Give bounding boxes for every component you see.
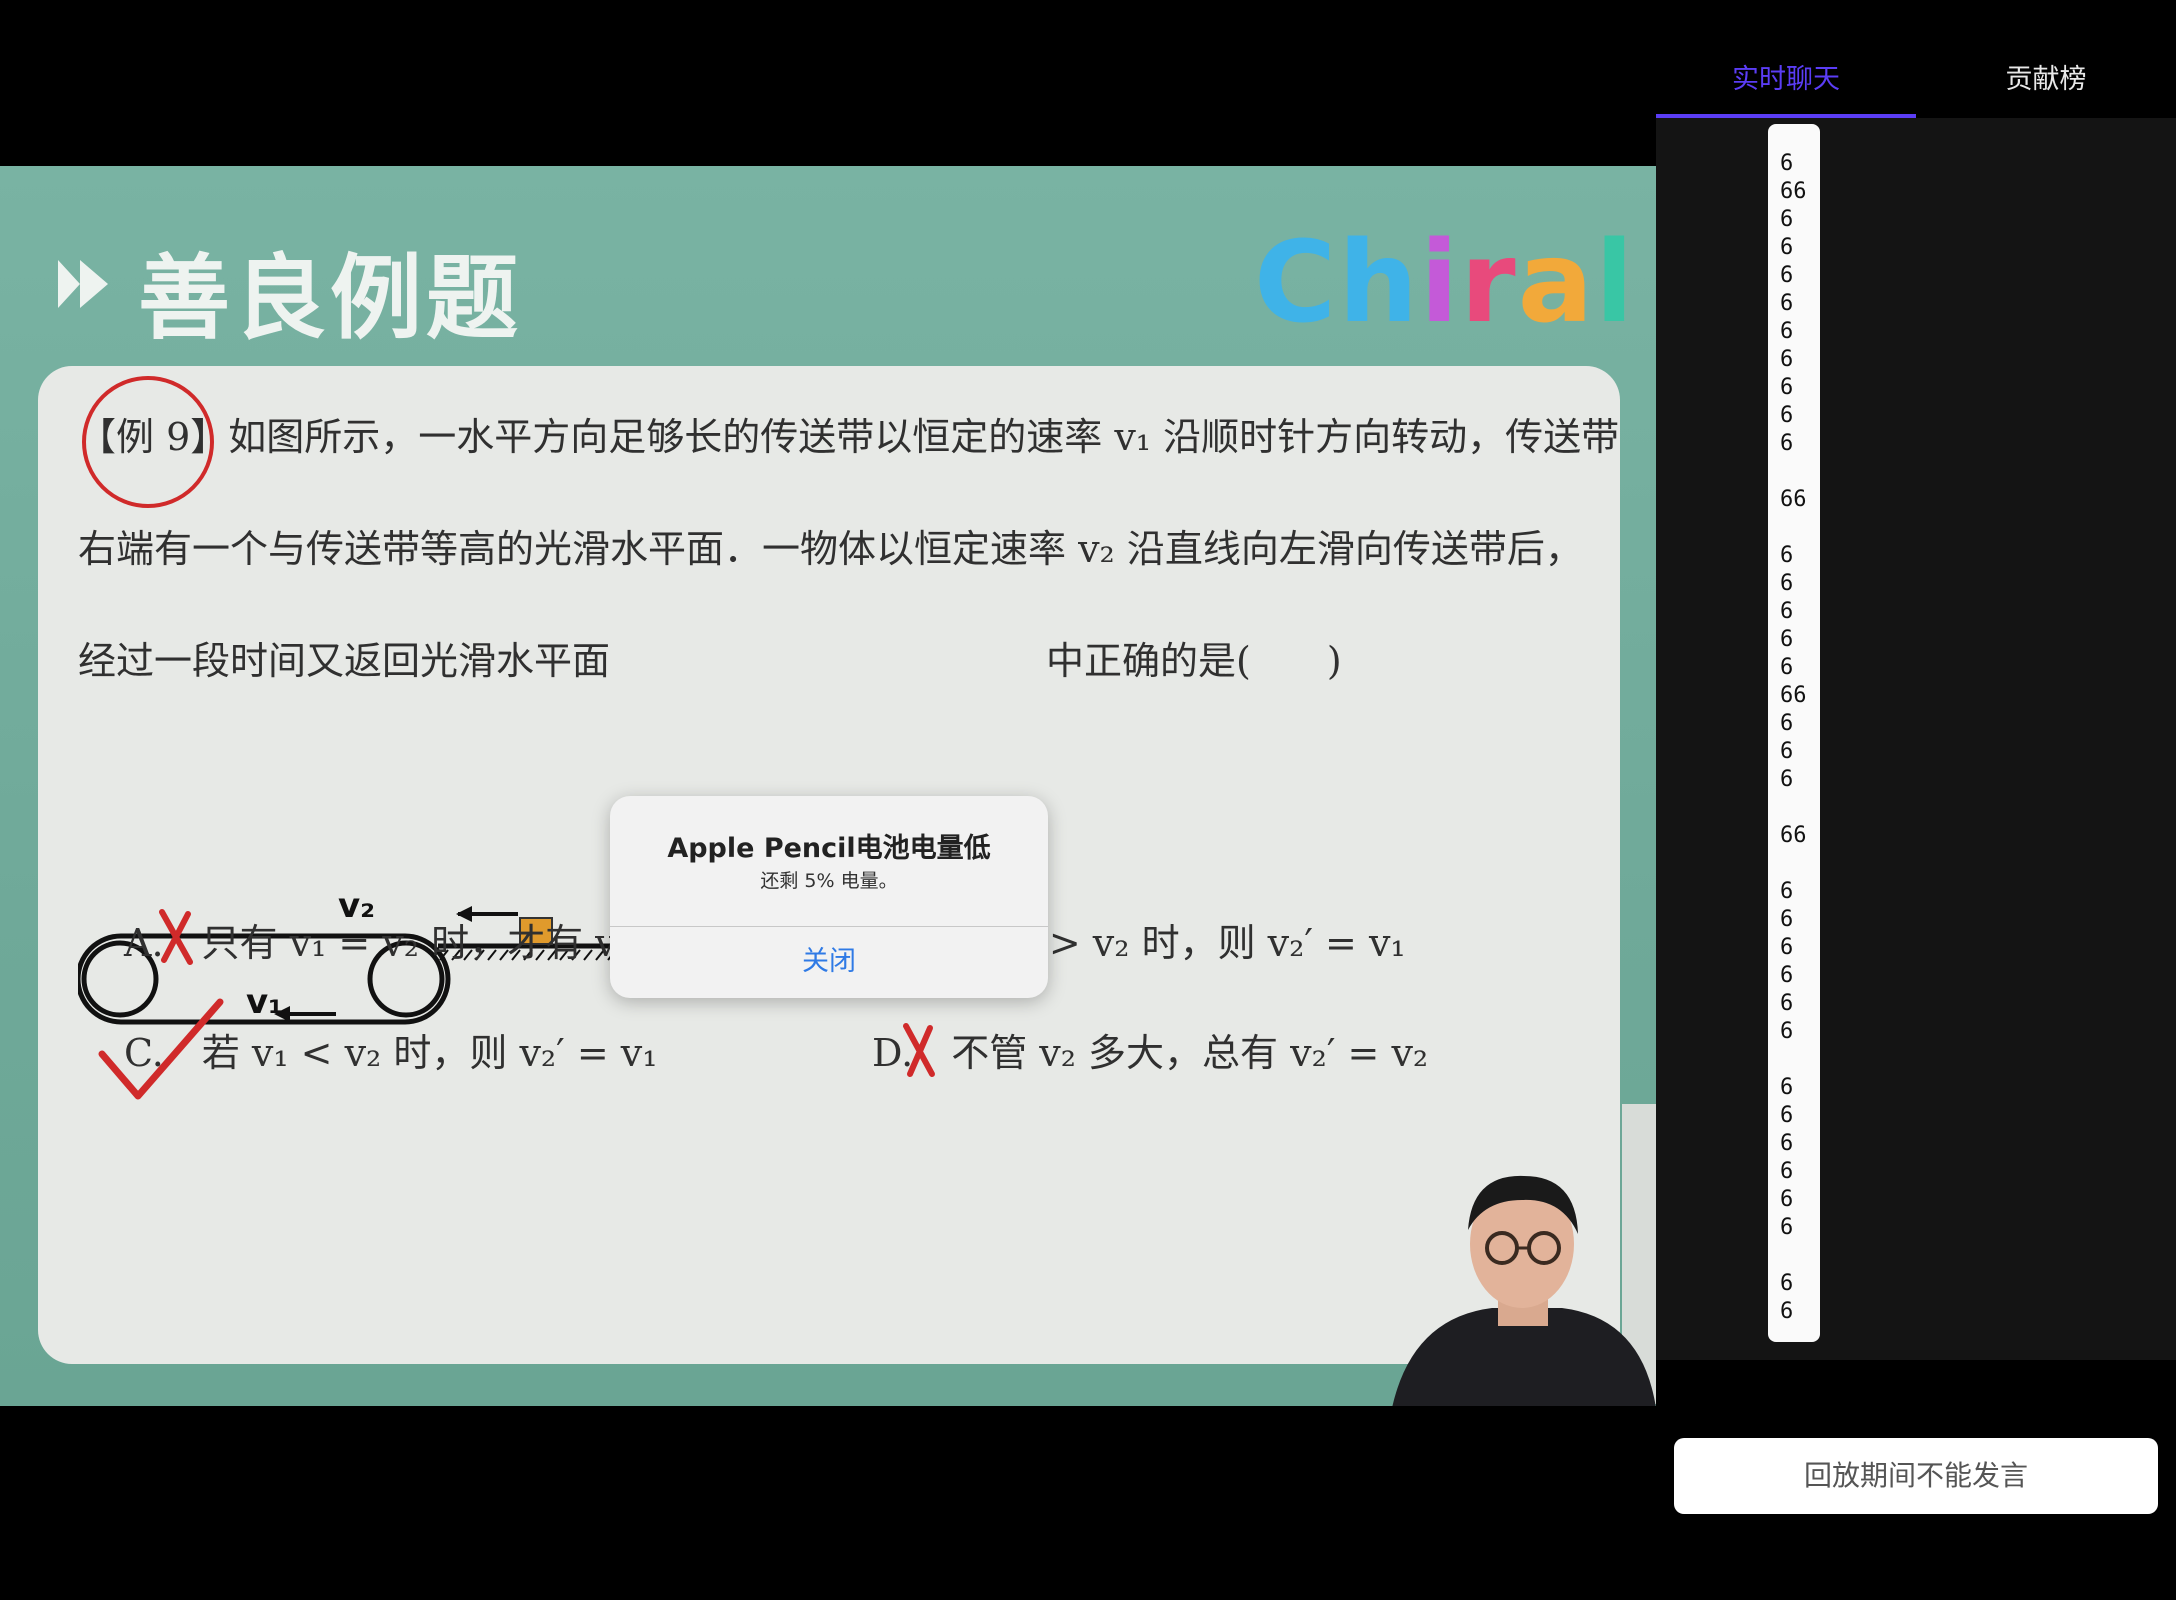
dialog-title: Apple Pencil电池电量低 <box>667 833 991 864</box>
x-mark-icon <box>900 1020 940 1084</box>
chat-message: 6 <box>1780 1131 1794 1156</box>
slide-title: 善良例题 <box>138 244 523 352</box>
chat-message <box>1768 850 1820 878</box>
chat-message: 6 <box>1780 207 1794 232</box>
chat-message: 6 <box>1780 1075 1794 1100</box>
chat-message: 66 <box>1780 823 1807 848</box>
chat-message: 66 <box>1780 683 1807 708</box>
chat-message: 6 <box>1780 543 1794 568</box>
question-line-3a: 经过一段时间又返回光滑水平面 <box>78 639 611 683</box>
brand-logo: Chiral <box>1254 218 1636 348</box>
chat-message: 6 <box>1780 291 1794 316</box>
play-arrow-icon <box>58 254 122 318</box>
chat-message: 6 <box>1780 599 1794 624</box>
dialog-message: 还剩 5% 电量。 <box>760 870 898 892</box>
chat-panel[interactable]: 6 66 6 6 6 6 6 6 6 6 6 66 6 6 6 6 6 66 6 6 6 66 6 6 6 6 6 6 6 6 6 6 6 6 6 6 <box>1656 118 2176 1360</box>
chat-message: 6 <box>1780 1299 1794 1324</box>
chat-message <box>1768 794 1820 822</box>
chat-message <box>1768 514 1820 542</box>
teacher-video <box>1392 1168 1656 1406</box>
logo-letter: h <box>1338 218 1420 348</box>
chat-message <box>1768 458 1820 486</box>
logo-letter: a <box>1517 218 1596 348</box>
chat-message: 66 <box>1780 179 1807 204</box>
battery-low-dialog: Apple Pencil电池电量低 还剩 5% 电量。 关闭 <box>610 796 1048 998</box>
tab-live-chat[interactable]: 实时聊天 <box>1656 40 1916 118</box>
chat-message: 6 <box>1780 319 1794 344</box>
chat-message: 6 <box>1780 991 1794 1016</box>
option-d: D. 不管 v₂ 多大，总有 v₂′ = v₂ <box>872 1031 1429 1075</box>
chat-message: 6 <box>1780 1187 1794 1212</box>
dialog-close-button[interactable]: 关闭 <box>610 926 1048 998</box>
chat-message: 6 <box>1780 627 1794 652</box>
chat-message: 6 <box>1780 347 1794 372</box>
logo-letter: r <box>1460 218 1518 348</box>
chat-message: 6 <box>1780 767 1794 792</box>
chat-message: 6 <box>1780 907 1794 932</box>
chat-message: 6 <box>1780 151 1794 176</box>
video-player[interactable]: 善良例题 Chiral 【例 9】如图所示，一水平方向足够长的传送带以恒定的速率… <box>0 166 1656 1406</box>
tab-contribution-rank[interactable]: 贡献榜 <box>1916 40 2176 118</box>
chat-message: 6 <box>1780 431 1794 456</box>
chat-message <box>1768 1046 1820 1074</box>
chat-message: 6 <box>1780 1215 1794 1240</box>
chat-message: 6 <box>1780 655 1794 680</box>
chat-message: 6 <box>1780 571 1794 596</box>
logo-letter: C <box>1254 218 1339 348</box>
question-line-3b: 中正确的是( ) <box>1046 639 1342 683</box>
chat-message: 6 <box>1780 963 1794 988</box>
chat-message: 6 <box>1780 711 1794 736</box>
chat-message: 6 <box>1780 1271 1794 1296</box>
logo-letter: i <box>1419 218 1461 348</box>
chat-message: 6 <box>1780 263 1794 288</box>
check-mark-icon <box>96 996 226 1110</box>
chat-message-list[interactable]: 6 66 6 6 6 6 6 6 6 6 6 66 6 6 6 6 6 66 6 6 6 66 6 6 6 6 6 6 6 6 6 6 6 6 6 6 <box>1768 124 1820 1342</box>
chat-message: 66 <box>1780 487 1807 512</box>
chat-message: 6 <box>1780 375 1794 400</box>
question-line-2: 右端有一个与传送带等高的光滑水平面．一物体以恒定速率 v₂ 沿直线向左滑向传送带… <box>78 527 1583 571</box>
chat-message: 6 <box>1780 403 1794 428</box>
chat-message: 6 <box>1780 935 1794 960</box>
chat-message: 6 <box>1780 1103 1794 1128</box>
chat-message: 6 <box>1780 739 1794 764</box>
x-mark-icon <box>156 906 196 970</box>
velocity-label-v1: v₁ <box>246 982 284 1022</box>
question-line-1: 【例 9】如图所示，一水平方向足够长的传送带以恒定的速率 v₁ 沿顺时针方向转动… <box>78 415 1620 459</box>
chat-message: 6 <box>1780 1159 1794 1184</box>
chat-tabs: 实时聊天 贡献榜 <box>1656 40 2176 118</box>
chat-message: 6 <box>1780 235 1794 260</box>
chat-area: 6 66 6 6 6 6 6 6 6 6 6 66 6 6 6 6 6 66 6 6 6 66 6 6 6 6 6 6 6 6 6 6 6 6 6 6 <box>1656 118 2176 1360</box>
chat-message <box>1768 1242 1820 1270</box>
chat-message: 6 <box>1780 879 1794 904</box>
chat-message: 6 <box>1780 1019 1794 1044</box>
logo-letter: l <box>1595 218 1636 348</box>
replay-notice-input[interactable]: 回放期间不能发言 <box>1674 1438 2158 1514</box>
